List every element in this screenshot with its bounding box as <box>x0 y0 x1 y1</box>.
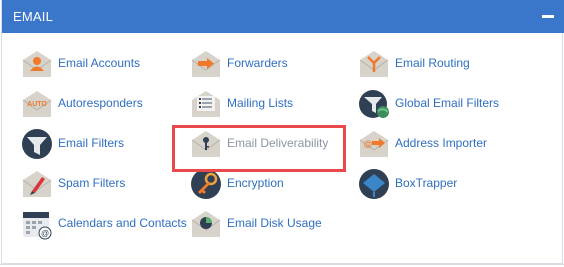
item-label: Email Accounts <box>58 56 141 70</box>
auto-icon-text: AUTO <box>27 101 47 108</box>
calendars-contacts-link[interactable]: @ Calendars and Contacts <box>20 207 187 241</box>
email-routing-icon <box>359 51 389 77</box>
address-importer-icon: @ <box>359 131 389 157</box>
email-disk-usage-link[interactable]: Email Disk Usage <box>189 207 322 241</box>
item-label: Autoresponders <box>58 96 143 110</box>
global-email-filters-link[interactable]: Global Email Filters <box>357 87 500 121</box>
email-deliverability-icon <box>191 131 221 157</box>
global-email-filters-icon <box>359 90 389 118</box>
mailing-lists-icon <box>192 91 220 117</box>
forwarders-link[interactable]: Forwarders <box>189 47 299 81</box>
item-label: Email Filters <box>58 136 125 150</box>
email-accounts-icon <box>22 51 52 77</box>
autoresponders-link[interactable]: AUTO Autoresponders <box>20 87 160 121</box>
spam-filters-link[interactable]: Spam Filters <box>20 167 140 201</box>
email-accounts-link[interactable]: Email Accounts <box>20 47 160 81</box>
forwarders-icon <box>191 51 221 77</box>
mailing-lists-link[interactable]: Mailing Lists <box>189 87 309 121</box>
panel-bottom-border <box>0 264 564 265</box>
spam-filters-icon <box>22 171 52 197</box>
boxtrapper-icon <box>359 169 389 199</box>
calendars-contacts-icon: @ <box>23 212 52 240</box>
email-filters-icon <box>22 129 52 159</box>
address-importer-link[interactable]: @ Address Importer <box>357 127 497 161</box>
item-label: Forwarders <box>227 56 288 70</box>
email-routing-link[interactable]: Email Routing <box>357 47 477 81</box>
item-label: Global Email Filters <box>395 96 500 110</box>
item-label: Address Importer <box>395 136 488 150</box>
boxtrapper-link[interactable]: BoxTrapper <box>357 167 467 201</box>
panel-header[interactable]: EMAIL <box>2 0 564 33</box>
autoresponders-icon: AUTO <box>22 91 52 117</box>
item-label: Spam Filters <box>58 176 126 190</box>
panel-title: EMAIL <box>13 9 54 24</box>
item-label: Calendars and Contacts <box>58 216 187 230</box>
svg-text:@: @ <box>363 139 372 149</box>
item-label: BoxTrapper <box>395 176 458 190</box>
email-deliverability-link[interactable]: Email Deliverability <box>189 127 339 161</box>
encryption-icon <box>191 169 221 199</box>
email-filters-link[interactable]: Email Filters <box>20 127 140 161</box>
email-disk-usage-icon <box>191 211 221 237</box>
minus-icon[interactable] <box>542 11 554 21</box>
encryption-link[interactable]: Encryption <box>189 167 299 201</box>
item-label: Email Deliverability <box>227 136 329 150</box>
item-label: Mailing Lists <box>227 96 294 110</box>
item-label: Email Disk Usage <box>227 216 322 230</box>
item-label: Encryption <box>227 176 284 190</box>
svg-text:@: @ <box>41 229 49 238</box>
item-label: Email Routing <box>395 56 470 70</box>
